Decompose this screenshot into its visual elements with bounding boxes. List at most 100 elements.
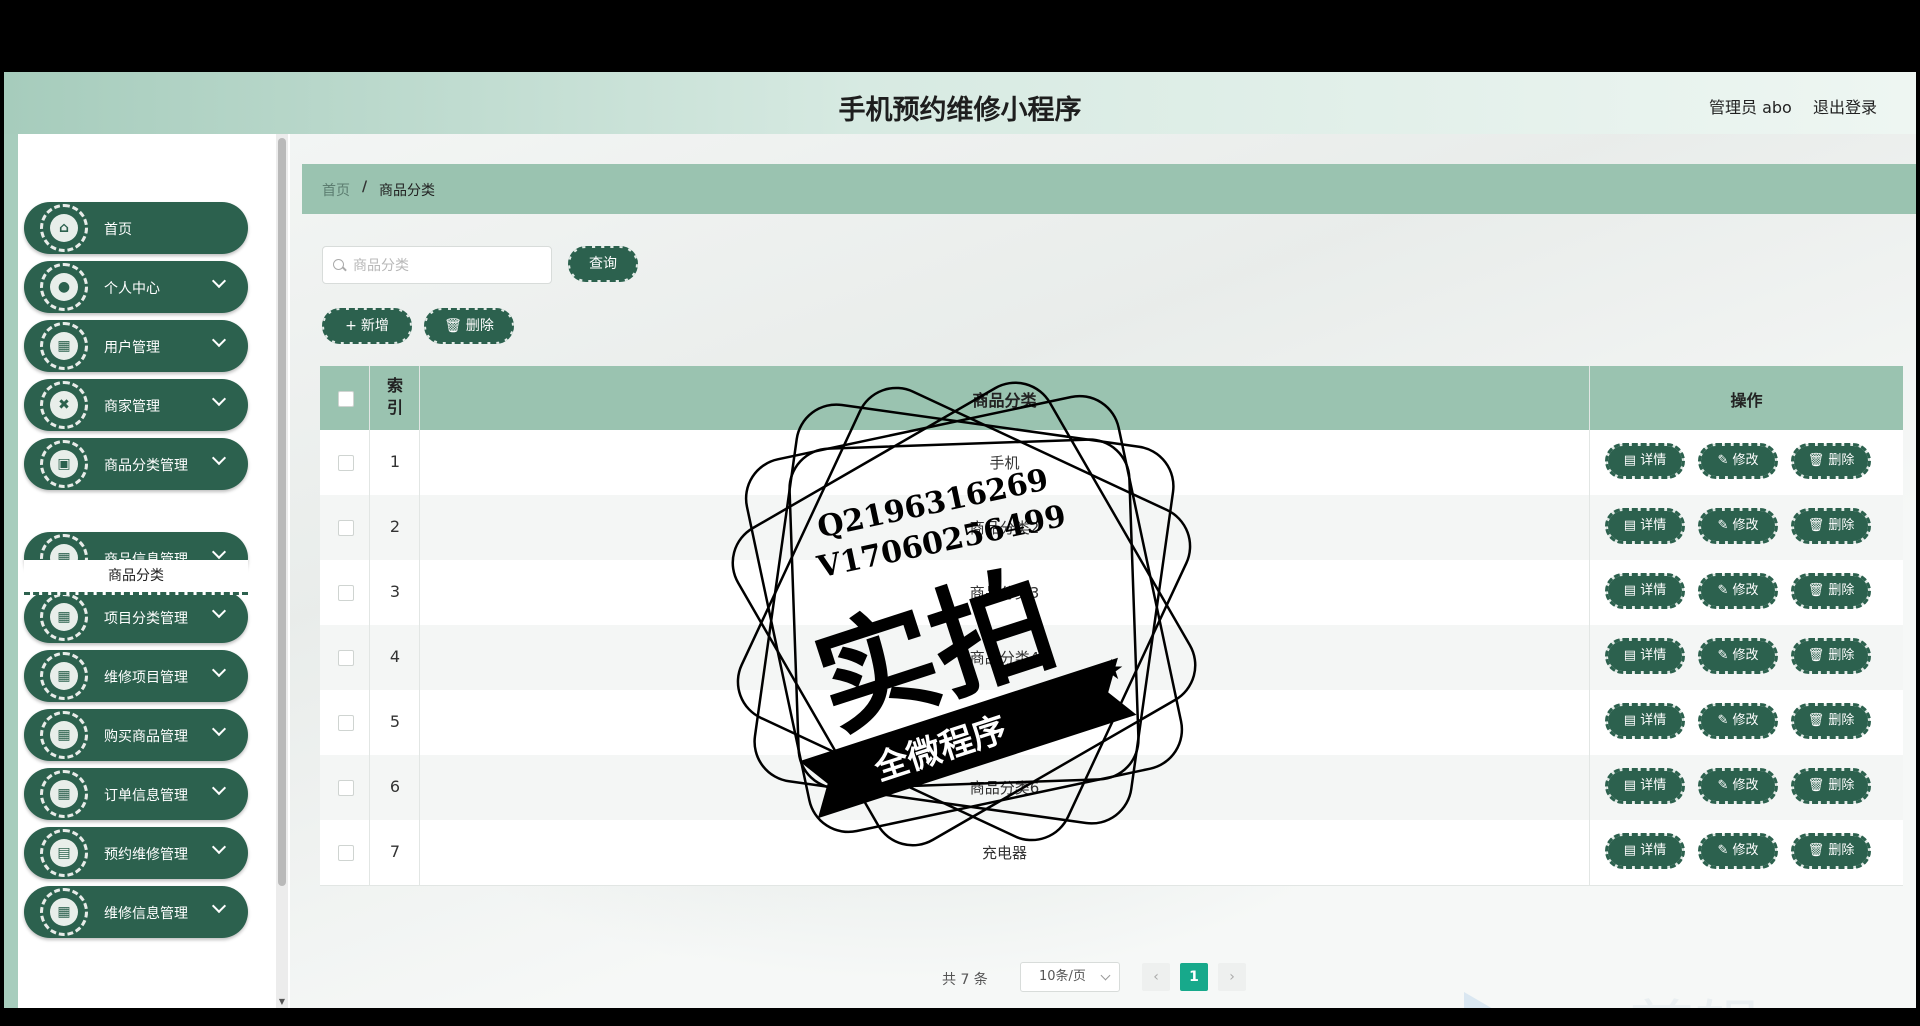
- sidebar-item-4[interactable]: ✖ 商家管理: [24, 379, 248, 431]
- add-button[interactable]: + 新增: [322, 308, 412, 344]
- chevron-down-icon: [211, 273, 227, 289]
- row-name-cell: 充电器: [420, 820, 1590, 885]
- trash-icon: 🗑: [1807, 648, 1829, 663]
- delete-label: 删除: [1828, 778, 1855, 793]
- row-category-name: 充电器: [981, 844, 1027, 862]
- detail-label: 详情: [1640, 778, 1667, 793]
- scrollbar-thumb[interactable]: [278, 138, 286, 886]
- delete-button[interactable]: 🗑 删除: [1791, 703, 1871, 739]
- row-checkbox[interactable]: [338, 650, 354, 666]
- grid-icon: ▦: [50, 898, 78, 926]
- edit-label: 修改: [1732, 518, 1759, 533]
- detail-button[interactable]: ▤ 详情: [1605, 833, 1685, 869]
- delete-label: 删除: [1828, 713, 1855, 728]
- delete-button[interactable]: 🗑 删除: [1791, 768, 1871, 804]
- delete-button[interactable]: 🗑 删除: [1791, 573, 1871, 609]
- sidebar-item-11[interactable]: ▤ 预约维修管理: [24, 827, 248, 879]
- row-checkbox[interactable]: [338, 520, 354, 536]
- chevron-down-icon: [211, 721, 227, 737]
- delete-button[interactable]: 🗑 删除: [1791, 833, 1871, 869]
- batch-delete-button[interactable]: 🗑 删除: [424, 308, 514, 344]
- delete-button[interactable]: 🗑 删除: [1791, 508, 1871, 544]
- search-icon: [333, 259, 344, 270]
- search-input[interactable]: [351, 255, 545, 277]
- row-checkbox[interactable]: [338, 585, 354, 601]
- sidebar-item-10[interactable]: ▦ 订单信息管理: [24, 768, 248, 820]
- sidebar-item-5[interactable]: ▣ 商品分类管理: [24, 438, 248, 490]
- pencil-icon: ✎: [1717, 843, 1733, 858]
- row-name-cell: 商品分类6: [420, 755, 1590, 820]
- user-icon-ring: ●: [40, 263, 88, 311]
- grid-icon-ring: ▦: [40, 652, 88, 700]
- row-check-cell: [320, 755, 370, 820]
- query-button[interactable]: 查询: [568, 246, 638, 282]
- detail-button[interactable]: ▤ 详情: [1605, 638, 1685, 674]
- detail-button[interactable]: ▤ 详情: [1605, 573, 1685, 609]
- table-row: 6 商品分类6 ▤ 详情 ✎ 修改 🗑 删除: [320, 755, 1903, 821]
- detail-button[interactable]: ▤ 详情: [1605, 508, 1685, 544]
- sidebar-scrollbar[interactable]: ▼: [276, 134, 288, 1008]
- sidebar-item-12[interactable]: ▦ 维修信息管理: [24, 886, 248, 938]
- row-index-cell: 1: [370, 430, 420, 495]
- row-category-name: 商品分类4: [969, 649, 1040, 667]
- edit-label: 修改: [1732, 648, 1759, 663]
- sidebar-item-7[interactable]: ▦ 项目分类管理: [24, 591, 248, 643]
- chevron-down-icon: [211, 662, 227, 678]
- edit-button[interactable]: ✎ 修改: [1698, 833, 1778, 869]
- trash-icon: 🗑: [1807, 843, 1829, 858]
- table-row: 4 商品分类4 ▤ 详情 ✎ 修改 🗑 删除: [320, 625, 1903, 691]
- delete-label: 删除: [1828, 453, 1855, 468]
- sidebar-item-8[interactable]: ▦ 维修项目管理: [24, 650, 248, 702]
- row-checkbox[interactable]: [338, 715, 354, 731]
- select-all-checkbox[interactable]: [338, 391, 354, 407]
- edit-button[interactable]: ✎ 修改: [1698, 573, 1778, 609]
- edit-button[interactable]: ✎ 修改: [1698, 768, 1778, 804]
- row-ops-cell: ▤ 详情 ✎ 修改 🗑 删除: [1590, 690, 1903, 755]
- edit-button[interactable]: ✎ 修改: [1698, 443, 1778, 479]
- header-check-cell: [320, 366, 370, 430]
- delete-button[interactable]: 🗑 删除: [1791, 443, 1871, 479]
- page-size-select[interactable]: 10条/页: [1020, 962, 1120, 992]
- sidebar-subitem-product-category[interactable]: 商品分类: [24, 560, 248, 595]
- edit-label: 修改: [1732, 583, 1759, 598]
- row-checkbox[interactable]: [338, 455, 354, 471]
- sidebar-item-1[interactable]: ⌂ 首页: [24, 202, 248, 254]
- breadcrumb: 首页 / 商品分类: [302, 164, 1916, 214]
- sidebar-item-3[interactable]: ▦ 用户管理: [24, 320, 248, 372]
- delete-label: 删除: [1828, 843, 1855, 858]
- sidebar-item-9[interactable]: ▦ 购买商品管理: [24, 709, 248, 761]
- sidebar-item-2[interactable]: ● 个人中心: [24, 261, 248, 313]
- detail-button[interactable]: ▤ 详情: [1605, 768, 1685, 804]
- row-name-cell: 商品分类3: [420, 560, 1590, 625]
- page-1-button[interactable]: 1: [1180, 963, 1208, 991]
- batch-delete-label: 删除: [465, 318, 494, 334]
- logout-link[interactable]: 退出登录: [1813, 94, 1877, 118]
- detail-button[interactable]: ▤ 详情: [1605, 703, 1685, 739]
- edit-button[interactable]: ✎ 修改: [1698, 508, 1778, 544]
- edit-button[interactable]: ✎ 修改: [1698, 703, 1778, 739]
- row-checkbox[interactable]: [338, 780, 354, 796]
- scroll-down-arrow-icon[interactable]: ▼: [276, 996, 288, 1008]
- row-ops-cell: ▤ 详情 ✎ 修改 🗑 删除: [1590, 625, 1903, 690]
- top-header: 手机预约维修小程序 管理员 abo 退出登录: [4, 72, 1916, 134]
- header-index-cell: 索引: [370, 366, 420, 430]
- grid-icon: ▦: [50, 721, 78, 749]
- table-row: 1 手机 ▤ 详情 ✎ 修改 🗑 删除: [320, 430, 1903, 496]
- trash-icon: 🗑: [1807, 778, 1829, 793]
- document-icon: ▤: [1623, 518, 1641, 533]
- prev-page-button[interactable]: ‹: [1142, 963, 1170, 991]
- search-box: [322, 246, 552, 284]
- row-ops-cell: ▤ 详情 ✎ 修改 🗑 删除: [1590, 820, 1903, 885]
- sidebar-item-label: 购买商品管理: [104, 729, 188, 745]
- delete-button[interactable]: 🗑 删除: [1791, 638, 1871, 674]
- edit-label: 修改: [1732, 843, 1759, 858]
- detail-button[interactable]: ▤ 详情: [1605, 443, 1685, 479]
- grid-icon: ▦: [50, 780, 78, 808]
- chevron-down-icon: [211, 603, 227, 619]
- breadcrumb-home[interactable]: 首页: [322, 180, 350, 200]
- sidebar: ⌂首页●个人中心▦用户管理✖商家管理▣商品分类管理▦商品信息管理▦项目分类管理▦…: [4, 134, 290, 1008]
- edit-button[interactable]: ✎ 修改: [1698, 638, 1778, 674]
- row-category-name: 商品分类2: [969, 519, 1040, 537]
- next-page-button[interactable]: ›: [1218, 963, 1246, 991]
- row-checkbox[interactable]: [338, 845, 354, 861]
